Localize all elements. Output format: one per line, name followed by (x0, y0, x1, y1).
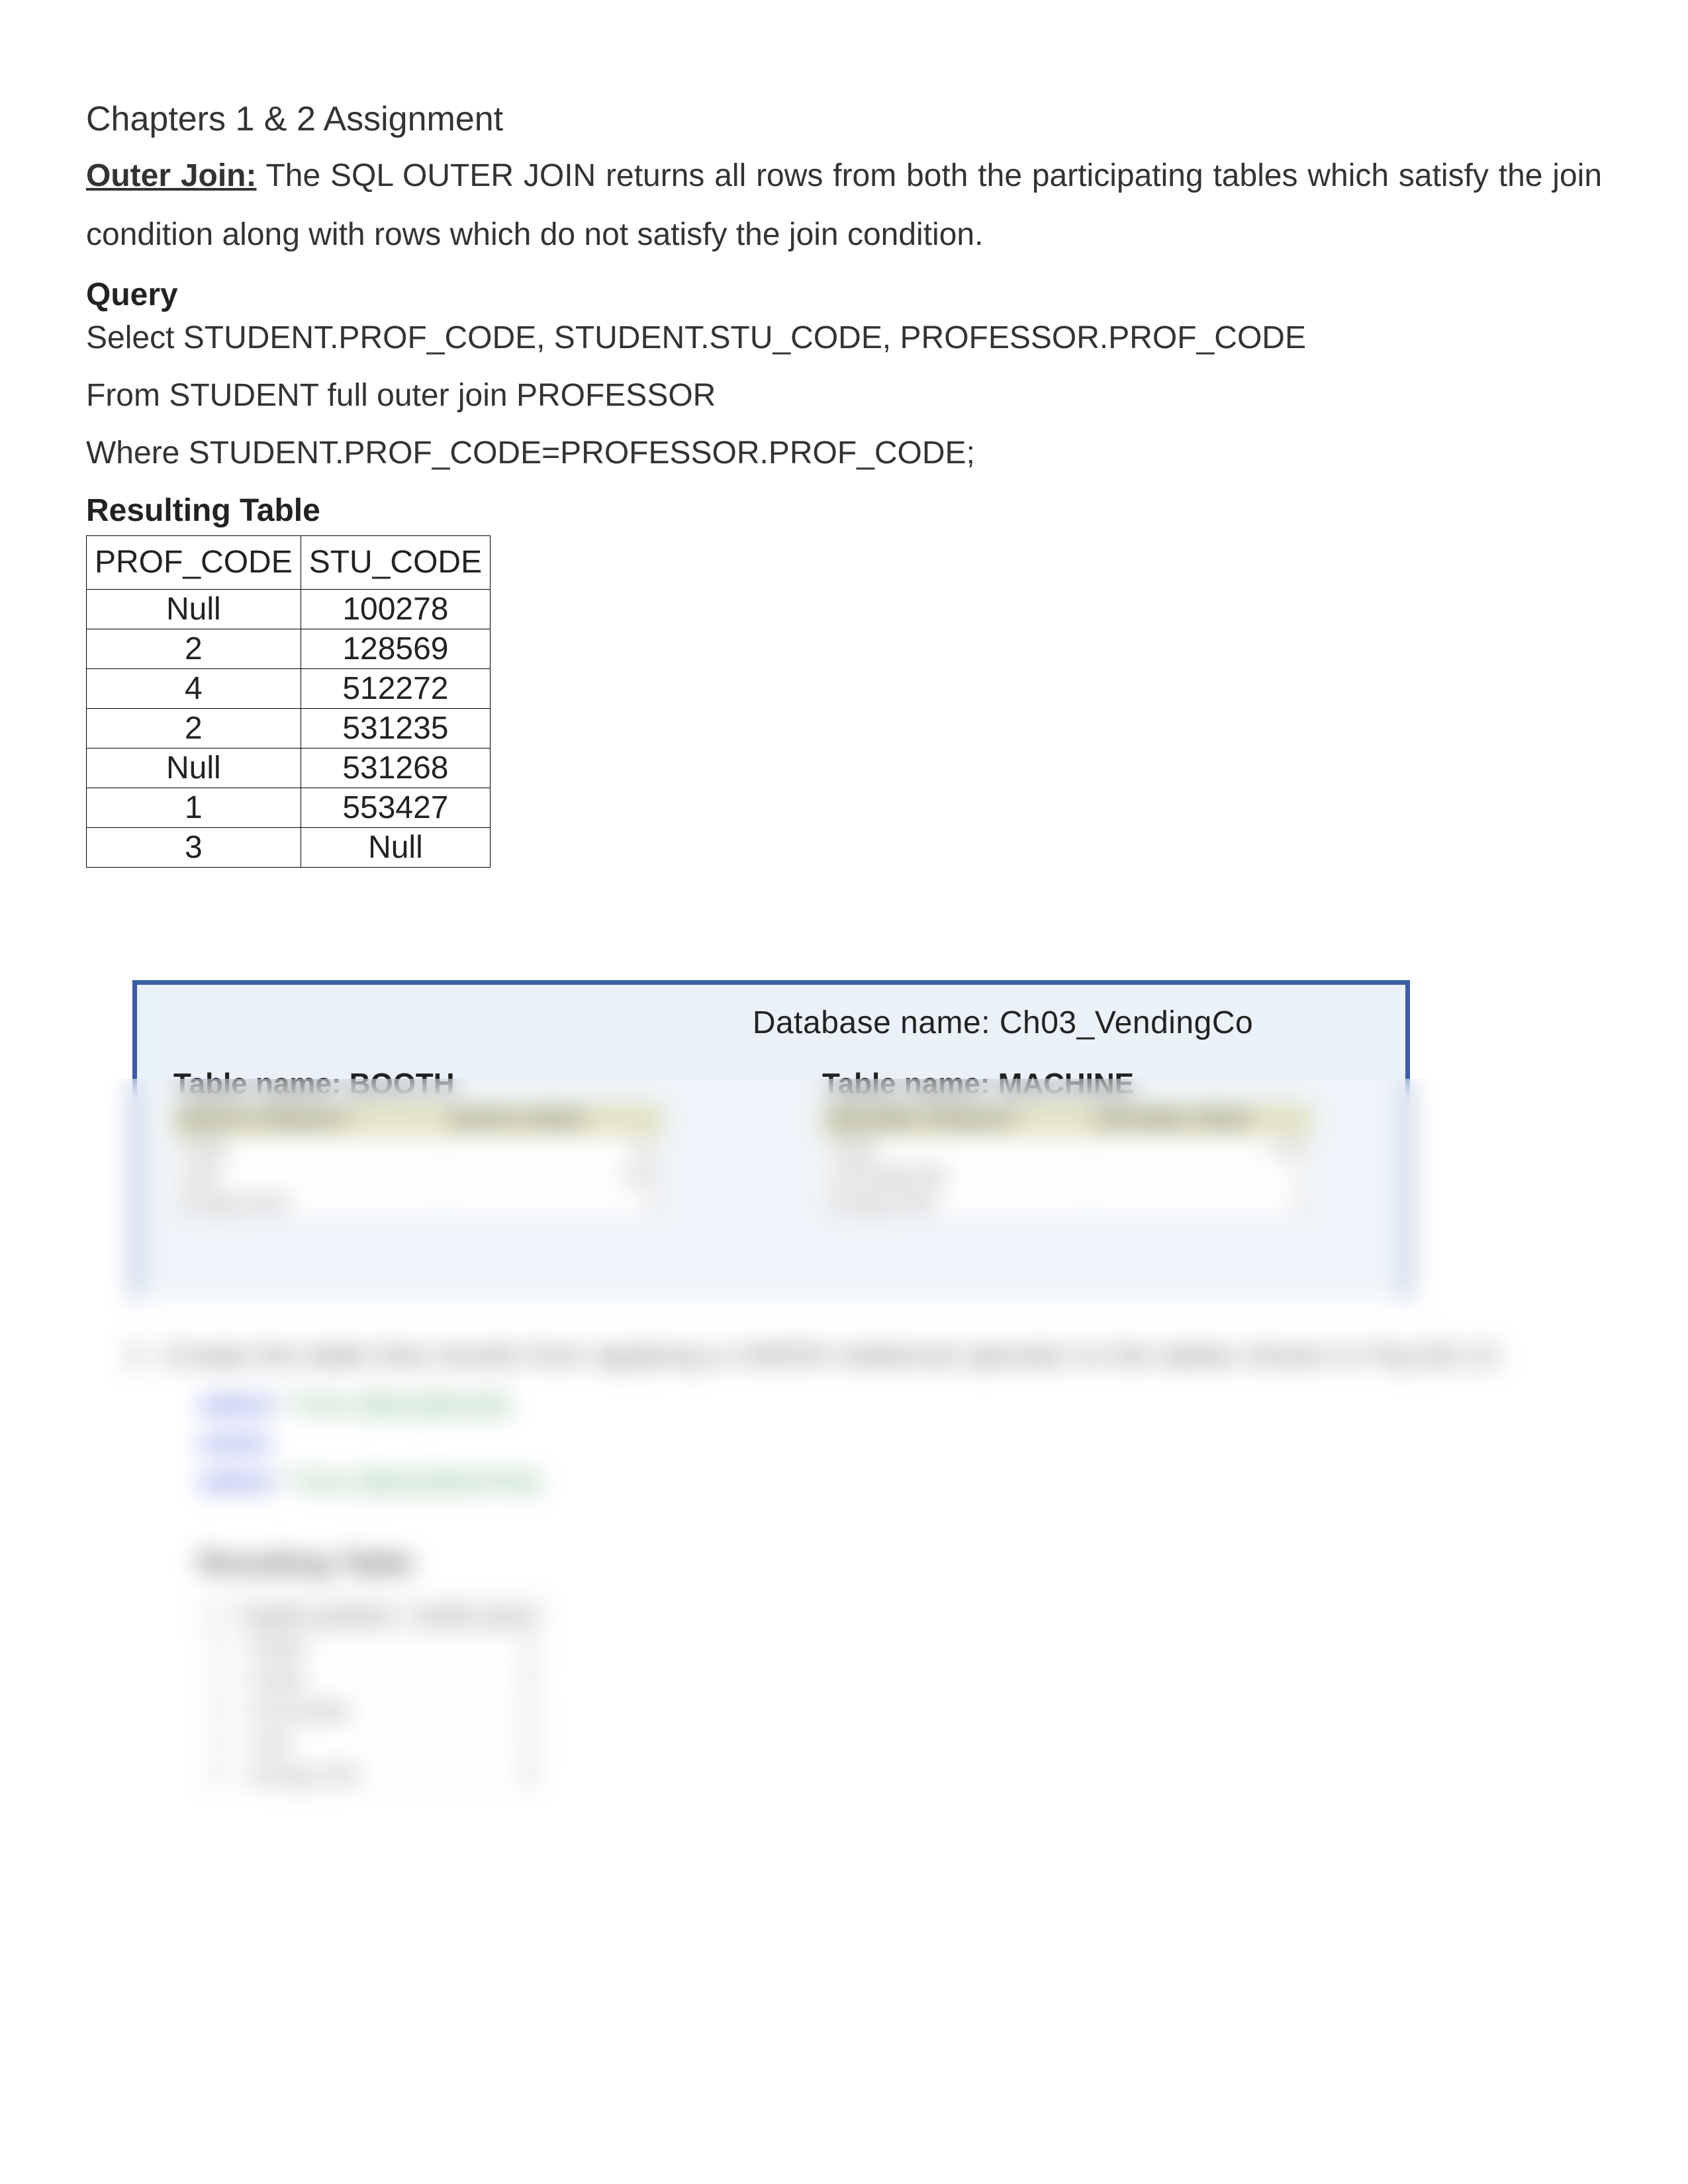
machine-table: MACHINE_PRODUCTMACHINE_PRICE Chips1.25 C… (822, 1105, 1312, 1216)
outer-join-term: Outer Join: (86, 158, 257, 193)
resulting-table-2-label: Resulting Table (199, 1547, 1602, 1580)
resulting-table-2: booth_product booth_price 1Chips1 2Chips… (199, 1600, 547, 1791)
machine-title: Table name: MACHINE (822, 1068, 1312, 1101)
outer-join-paragraph: Outer Join: The SQL OUTER JOIN returns a… (86, 147, 1602, 265)
table-row: 2128569 (87, 629, 491, 668)
outer-join-desc: The SQL OUTER JOIN returns all rows from… (86, 158, 1602, 252)
booth-card: Table name: BOOTH BOOTH_PRODUCTBOOTH_PRI… (173, 1068, 663, 1216)
machine-card: Table name: MACHINE MACHINE_PRODUCTMACHI… (822, 1068, 1312, 1216)
result-table: PROF_CODE STU_CODE Null100278 2128569 45… (86, 535, 491, 868)
table-row: 3Null (87, 827, 491, 867)
query-line-1: Select STUDENT.PROF_CODE, STUDENT.STU_CO… (86, 320, 1602, 356)
query-line-3: Where STUDENT.PROF_CODE=PROFESSOR.PROF_C… (86, 435, 1602, 471)
table-row: Null100278 (87, 589, 491, 629)
question-2-block: 2. Create the table that results from ap… (126, 1339, 1602, 1791)
sql-block: select * from [dbo].[Booth] union select… (199, 1385, 1602, 1500)
resulting-table-label: Resulting Table (86, 492, 1602, 529)
booth-table: BOOTH_PRODUCTBOOTH_PRICE Chips1.5 Cola1.… (173, 1105, 663, 1216)
page-title: Chapters 1 & 2 Assignment (86, 99, 1602, 139)
table-row: 2531235 (87, 708, 491, 748)
table-row: Null531268 (87, 748, 491, 788)
result-header-stu: STU_CODE (301, 535, 490, 589)
result-header-prof: PROF_CODE (87, 535, 301, 589)
question-number: 2. (126, 1339, 159, 1372)
database-figure: Database name: Ch03_VendingCo Table name… (132, 980, 1410, 1299)
question-text: Create the table that results from apply… (162, 1339, 1505, 1372)
query-label: Query (86, 277, 1602, 313)
query-line-2: From STUDENT full outer join PROFESSOR (86, 377, 1602, 414)
table-row: 4512272 (87, 668, 491, 708)
database-name: Database name: Ch03_VendingCo (173, 1005, 1369, 1041)
booth-title: Table name: BOOTH (173, 1068, 663, 1101)
table-row: 1553427 (87, 788, 491, 827)
